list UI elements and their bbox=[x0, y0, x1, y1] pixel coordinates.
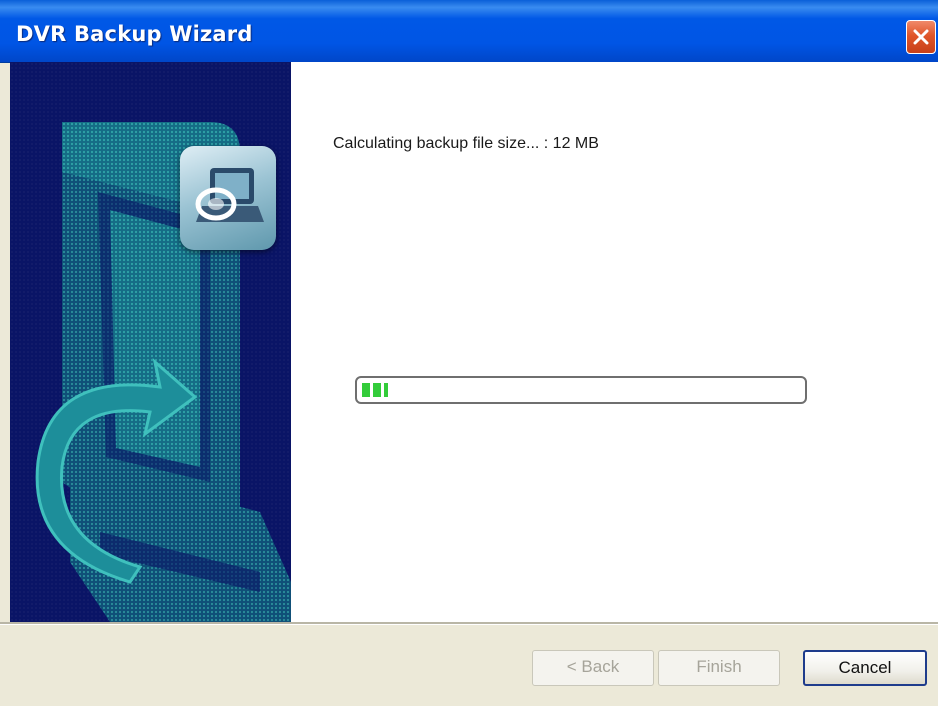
cancel-button[interactable]: Cancel bbox=[803, 650, 927, 686]
cancel-button-label: Cancel bbox=[838, 658, 892, 677]
button-separator bbox=[0, 622, 938, 625]
status-text: Calculating backup file size... : 12 MB bbox=[333, 135, 599, 152]
wizard-banner bbox=[10, 62, 291, 622]
close-x-icon bbox=[913, 29, 929, 45]
wizard-content: Calculating backup file size... : 12 MB bbox=[291, 62, 938, 622]
progress-fill bbox=[362, 383, 389, 397]
close-button[interactable] bbox=[906, 20, 936, 54]
wizard-window: DVR Backup Wizard Calculating backup fil… bbox=[0, 0, 938, 706]
back-button-label: < Back bbox=[566, 657, 620, 676]
computer-disk-icon bbox=[180, 146, 276, 250]
finish-button[interactable]: Finish bbox=[658, 650, 780, 686]
progress-track bbox=[362, 383, 800, 397]
finish-button-label: Finish bbox=[696, 657, 742, 676]
title-bar[interactable]: DVR Backup Wizard bbox=[0, 0, 938, 63]
back-button[interactable]: < Back bbox=[532, 650, 654, 686]
progress-bar bbox=[355, 376, 807, 404]
window-title: DVR Backup Wizard bbox=[16, 22, 253, 46]
